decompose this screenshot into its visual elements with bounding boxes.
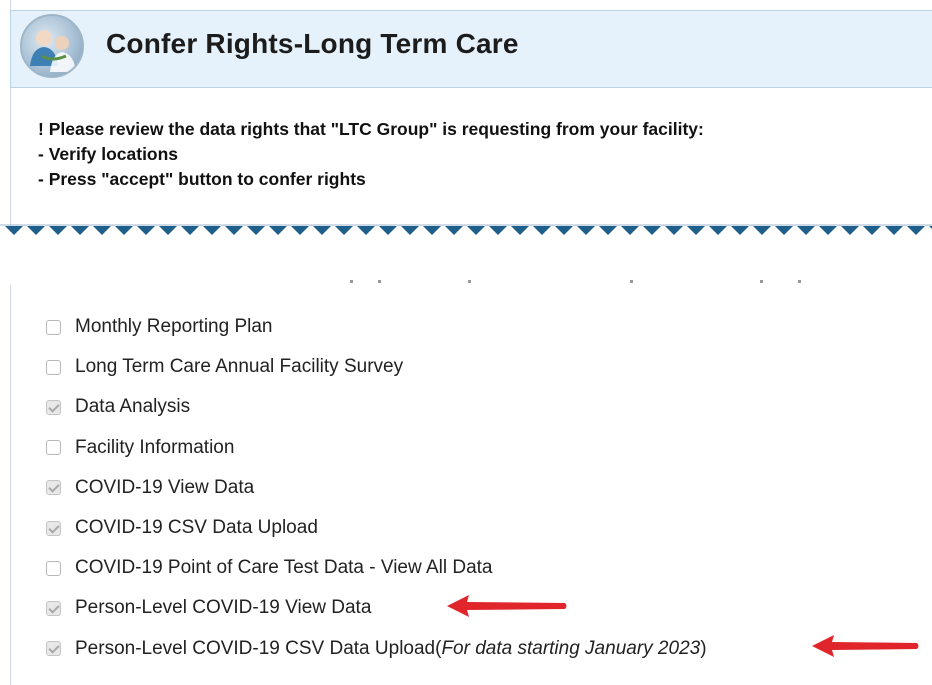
permission-checkbox[interactable] xyxy=(46,641,61,657)
page-header: Confer Rights-Long Term Care xyxy=(10,10,932,88)
note-paren-close: ) xyxy=(700,637,707,659)
zigzag-divider xyxy=(0,224,932,235)
permission-checkbox[interactable] xyxy=(46,520,61,536)
permission-item: Facility Information xyxy=(46,428,707,468)
permission-label: Data Analysis xyxy=(75,396,191,418)
rights-notice: ! Please review the data rights that "LT… xyxy=(38,117,704,192)
notice-line-accept: - Press "accept" button to confer rights xyxy=(38,169,366,189)
permission-label: Person-Level COVID-19 View Data xyxy=(75,597,372,619)
permission-item: Monthly Reporting Plan xyxy=(46,307,707,347)
permission-checkbox[interactable] xyxy=(46,399,61,415)
permission-label: Long Term Care Annual Facility Survey xyxy=(75,356,404,378)
permission-label: Person-Level COVID-19 CSV Data Upload xyxy=(75,637,436,659)
healthcare-people-logo-icon xyxy=(20,14,84,78)
permission-item: Data Analysis xyxy=(46,387,707,427)
page-title: Confer Rights-Long Term Care xyxy=(106,28,519,59)
permission-item: COVID-19 View Data xyxy=(46,468,707,508)
notice-line-verify: - Verify locations xyxy=(38,144,179,164)
permission-note: For data starting January 2023 xyxy=(441,637,701,659)
permission-checkbox[interactable] xyxy=(46,440,61,456)
permission-item: COVID-19 Point of Care Test Data - View … xyxy=(46,548,707,588)
annotation-arrow-icon xyxy=(812,635,919,657)
permission-label: COVID-19 CSV Data Upload xyxy=(75,517,318,539)
permission-checkbox[interactable] xyxy=(46,359,61,375)
clipped-text-remnant xyxy=(350,280,801,283)
permission-checkbox[interactable] xyxy=(46,600,61,616)
permission-checkbox[interactable] xyxy=(46,319,61,335)
annotation-arrow-icon xyxy=(447,595,567,617)
permission-checkbox[interactable] xyxy=(46,560,61,576)
permission-item: COVID-19 CSV Data Upload xyxy=(46,508,707,548)
permission-label: Facility Information xyxy=(75,436,235,458)
permission-label: COVID-19 View Data xyxy=(75,476,255,498)
permission-checkbox[interactable] xyxy=(46,480,61,496)
permission-item: Person-Level COVID-19 CSV Data Upload (F… xyxy=(46,629,707,669)
notice-line-request: ! Please review the data rights that "LT… xyxy=(38,119,704,139)
permission-item: Long Term Care Annual Facility Survey xyxy=(46,347,707,387)
permission-item: Person-Level COVID-19 View Data xyxy=(46,588,707,628)
permission-label: Monthly Reporting Plan xyxy=(75,316,273,338)
permission-label: COVID-19 Point of Care Test Data - View … xyxy=(75,557,493,579)
permissions-list: Monthly Reporting Plan Long Term Care Ann… xyxy=(46,307,707,669)
